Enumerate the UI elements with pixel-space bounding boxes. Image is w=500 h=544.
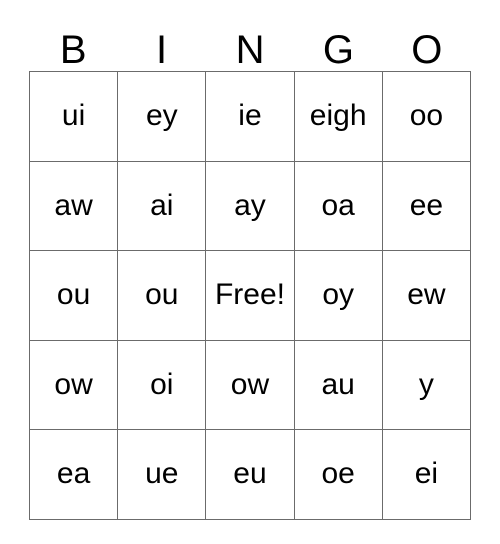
bingo-cell-o4[interactable]: y: [381, 339, 472, 430]
bingo-row: ou ou Free! oy ew: [28, 250, 472, 341]
bingo-cell-i5[interactable]: ue: [117, 429, 207, 520]
bingo-cell-n4[interactable]: ow: [205, 339, 295, 430]
bingo-cell-g2[interactable]: oa: [293, 160, 383, 251]
bingo-header-letter-i: I: [156, 28, 168, 72]
bingo-cell-o3[interactable]: ew: [381, 250, 472, 341]
bingo-cell-b4[interactable]: ow: [28, 339, 119, 430]
bingo-header-letter-b: B: [59, 28, 87, 72]
bingo-cell-o5[interactable]: ei: [381, 429, 472, 520]
bingo-cell-b5[interactable]: ea: [28, 429, 119, 520]
bingo-card: B I N G O ui ey ie eigh oo aw ai ay oa e…: [28, 14, 472, 520]
bingo-cell-n1[interactable]: ie: [205, 71, 295, 162]
bingo-cell-free-space[interactable]: Free!: [205, 250, 295, 341]
bingo-header-letter-n: N: [235, 28, 265, 72]
bingo-row: ui ey ie eigh oo: [28, 71, 472, 162]
bingo-cell-g5[interactable]: oe: [293, 429, 383, 520]
bingo-cell-i1[interactable]: ey: [117, 71, 207, 162]
bingo-cell-b2[interactable]: aw: [28, 160, 119, 251]
bingo-cell-b1[interactable]: ui: [28, 71, 119, 162]
bingo-cell-b3[interactable]: ou: [28, 250, 119, 341]
bingo-cell-i4[interactable]: oi: [117, 339, 207, 430]
bingo-cell-n2[interactable]: ay: [205, 160, 295, 251]
bingo-cell-i2[interactable]: ai: [117, 160, 207, 251]
bingo-cell-i3[interactable]: ou: [117, 250, 207, 341]
bingo-cell-o2[interactable]: ee: [381, 160, 472, 251]
bingo-cell-n5[interactable]: eu: [205, 429, 295, 520]
bingo-header-letter-g: G: [322, 28, 354, 72]
bingo-grid: ui ey ie eigh oo aw ai ay oa ee ou ou Fr…: [28, 71, 472, 520]
bingo-row: aw ai ay oa ee: [28, 160, 472, 251]
bingo-cell-g3[interactable]: oy: [293, 250, 383, 341]
bingo-cell-g1[interactable]: eigh: [293, 71, 383, 162]
bingo-header-letter-o: O: [411, 28, 443, 72]
bingo-cell-g4[interactable]: au: [293, 339, 383, 430]
bingo-header-row: B I N G O: [29, 14, 471, 71]
bingo-cell-o1[interactable]: oo: [381, 71, 472, 162]
bingo-row: ea ue eu oe ei: [28, 429, 472, 520]
bingo-row: ow oi ow au y: [28, 339, 472, 430]
